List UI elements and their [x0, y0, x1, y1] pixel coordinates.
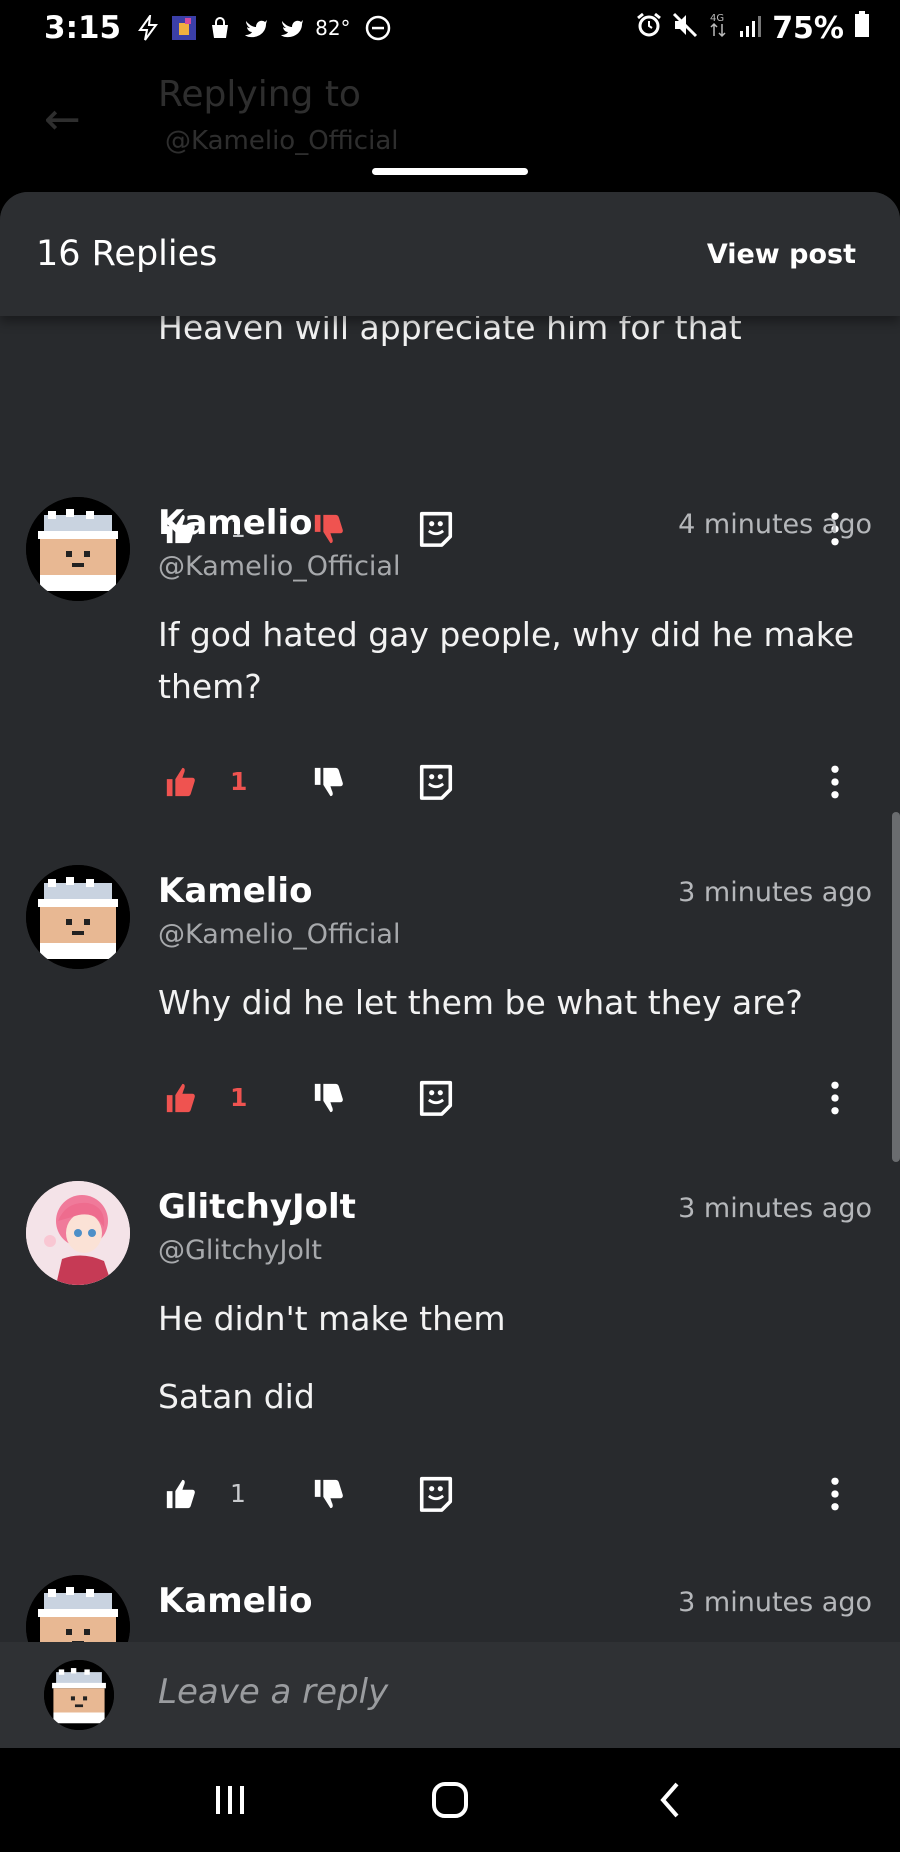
like-count: 1 — [230, 1479, 246, 1508]
svg-text:4G: 4G — [710, 13, 724, 24]
battery-icon — [854, 10, 870, 46]
comment-body-line: Satan did — [158, 1377, 315, 1416]
replying-to-title: Replying to — [158, 74, 361, 115]
reply-icon[interactable] — [416, 761, 456, 801]
reply-icon[interactable] — [416, 1077, 456, 1117]
more-options-icon[interactable] — [828, 1477, 842, 1511]
author-name[interactable]: GlitchyJolt — [158, 1187, 356, 1227]
comment-actions: 1 — [158, 1080, 858, 1121]
twitter-icon — [279, 15, 305, 41]
reply-icon[interactable] — [416, 1473, 456, 1513]
comment-item: Kamelio 3 minutes ago @Kamelio_Official … — [0, 865, 900, 1165]
my-avatar — [44, 1660, 114, 1730]
background-header: ← Replying to @Kamelio_Official — [0, 56, 900, 186]
thumbs-up-icon[interactable] — [164, 765, 198, 799]
author-name[interactable]: Kamelio — [158, 871, 312, 911]
back-icon[interactable] — [635, 1770, 705, 1830]
like-count: 1 — [230, 767, 248, 796]
comment-item: Kamelio 4 minutes ago @Kamelio_Official … — [0, 497, 900, 857]
twitter-icon — [243, 15, 269, 41]
author-handle[interactable]: @GlitchyJolt — [158, 1235, 322, 1266]
status-time: 3:15 — [44, 10, 122, 46]
comment-time: 3 minutes ago — [678, 877, 872, 908]
system-nav-bar — [0, 1748, 900, 1852]
back-arrow-icon: ← — [44, 94, 81, 145]
flash-icon — [135, 15, 161, 41]
status-bar: 3:15 82° 4G 75% — [0, 0, 900, 56]
avatar[interactable] — [26, 1181, 130, 1285]
comment-actions: 1 — [158, 1476, 858, 1517]
bag-icon — [207, 15, 233, 41]
avatar[interactable] — [26, 865, 130, 969]
author-name[interactable]: Kamelio — [158, 503, 312, 543]
sheet-header: 16 Replies View post — [0, 192, 900, 316]
sheet-drag-handle[interactable] — [372, 168, 528, 175]
comment-body: Why did he let them be what they are? — [158, 983, 803, 1022]
comment-time: 4 minutes ago — [678, 509, 872, 540]
thumbs-down-icon[interactable] — [312, 1081, 346, 1115]
thumbs-down-icon[interactable] — [312, 1477, 346, 1511]
avatar[interactable] — [26, 497, 130, 601]
mute-icon — [672, 11, 698, 46]
status-temperature: 82° — [315, 16, 351, 40]
view-post-button[interactable]: View post — [707, 239, 856, 270]
replies-sheet: 16 Replies View post Heaven will appreci… — [0, 192, 900, 1748]
comment-item: GlitchyJolt 3 minutes ago @GlitchyJolt H… — [0, 1181, 900, 1541]
signal-icon — [738, 11, 762, 46]
recent-apps-icon[interactable] — [195, 1770, 265, 1830]
scrollbar[interactable] — [892, 812, 900, 1162]
home-icon[interactable] — [415, 1770, 485, 1830]
more-options-icon[interactable] — [828, 765, 842, 799]
author-name[interactable]: Kamelio — [158, 1581, 312, 1621]
replying-to-handle: @Kamelio_Official — [165, 126, 399, 156]
minus-circle-icon — [365, 15, 391, 41]
reply-input[interactable]: Leave a reply — [158, 1672, 388, 1712]
app-thumbnail-icon — [171, 15, 197, 41]
comment-actions: 1 — [158, 764, 858, 805]
comment-item: Heaven will appreciate him for that 1 — [0, 302, 900, 547]
comment-time: 3 minutes ago — [678, 1587, 872, 1618]
author-handle[interactable]: @Kamelio_Official — [158, 919, 400, 950]
replies-count: 16 Replies — [36, 234, 218, 274]
like-count: 1 — [230, 1083, 248, 1112]
status-right-group: 4G 75% — [636, 10, 870, 46]
4g-icon: 4G — [708, 10, 728, 46]
comment-body-line: He didn't make them — [158, 1299, 506, 1338]
more-options-icon[interactable] — [828, 1081, 842, 1115]
comment-body: If god hated gay people, why did he make… — [158, 615, 855, 706]
author-handle[interactable]: @Kamelio_Official — [158, 551, 400, 582]
battery-percent: 75% — [772, 10, 844, 46]
thumbs-up-icon[interactable] — [164, 1081, 198, 1115]
reply-bar[interactable]: Leave a reply — [0, 1642, 900, 1748]
comment-time: 3 minutes ago — [678, 1193, 872, 1224]
alarm-icon — [636, 11, 662, 46]
thumbs-down-icon[interactable] — [312, 765, 346, 799]
thumbs-up-icon[interactable] — [164, 1477, 198, 1511]
